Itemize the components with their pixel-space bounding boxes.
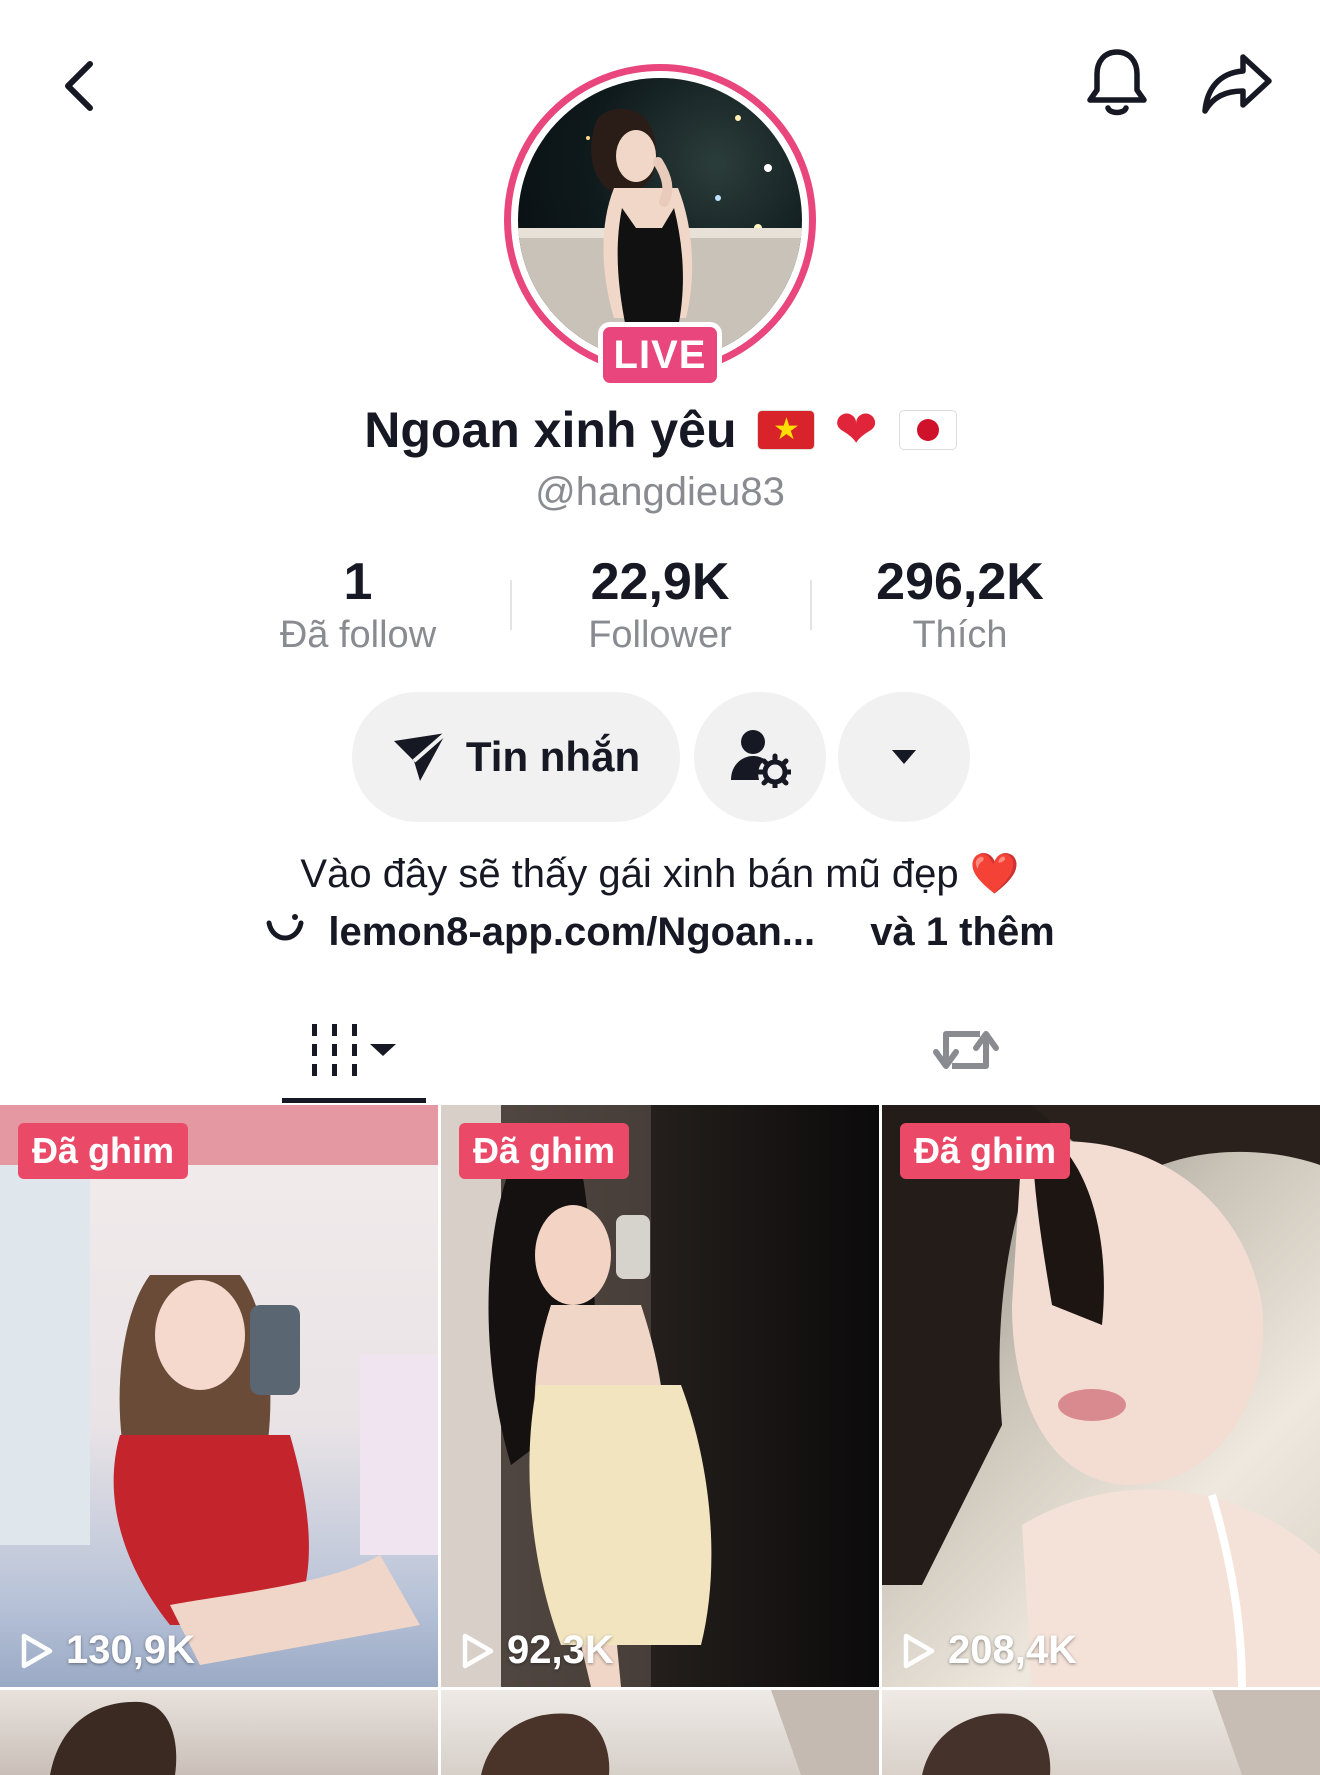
- display-name: Ngoan xinh yêu ❤: [0, 400, 1320, 460]
- caret-down-icon: [892, 750, 916, 764]
- video-tile[interactable]: [441, 1690, 879, 1775]
- heart-icon: ❤: [834, 401, 878, 459]
- video-tile[interactable]: [0, 1690, 438, 1775]
- repost-icon: [933, 1031, 999, 1069]
- play-icon: [462, 1633, 494, 1668]
- avatar-image: [518, 78, 802, 362]
- follower-label: Follower: [588, 614, 732, 656]
- message-label: Tin nhắn: [465, 733, 641, 780]
- video-thumbnail: [0, 1105, 438, 1665]
- lemon8-icon: [266, 914, 304, 941]
- profile-settings-button[interactable]: [694, 692, 826, 822]
- japan-flag-icon: [899, 411, 956, 449]
- grid-videos-icon: [312, 1024, 396, 1076]
- following-label: Đã follow: [279, 614, 437, 656]
- view-count-text: 208,4K: [948, 1628, 1077, 1672]
- user-gear-icon: [731, 730, 791, 788]
- view-count-text: 130,9K: [66, 1628, 195, 1672]
- stat-likes[interactable]: 296,2K Thích: [850, 552, 1070, 657]
- bell-icon: [1087, 49, 1147, 116]
- video-tile[interactable]: Đã ghim 208,4K: [882, 1105, 1320, 1687]
- back-button[interactable]: [36, 44, 120, 128]
- share-button[interactable]: [1192, 42, 1282, 126]
- more-links[interactable]: và 1 thêm: [870, 910, 1055, 954]
- live-badge[interactable]: LIVE: [598, 322, 722, 388]
- bio-link[interactable]: lemon8-app.com/Ngoan...: [328, 910, 815, 954]
- bio-links: lemon8-app.com/Ngoan... và 1 thêm: [0, 910, 1320, 955]
- likes-count: 296,2K: [876, 553, 1044, 611]
- tab-videos[interactable]: [282, 1010, 426, 1090]
- active-tab-indicator: [282, 1098, 426, 1103]
- stat-divider: [810, 580, 812, 630]
- video-tile[interactable]: Đã ghim 92,3K: [441, 1105, 879, 1687]
- play-icon: [21, 1633, 53, 1668]
- pinned-badge: Đã ghim: [900, 1123, 1071, 1179]
- message-button[interactable]: Tin nhắn: [352, 692, 680, 822]
- video-thumbnail: [481, 1690, 879, 1775]
- play-icon: [903, 1633, 935, 1668]
- display-name-text: Ngoan xinh yêu: [364, 402, 737, 458]
- send-icon: [393, 731, 448, 781]
- following-count: 1: [343, 553, 373, 611]
- video-thumbnail: [441, 1105, 712, 1687]
- video-thumbnail: [50, 1701, 177, 1775]
- share-arrow-icon: [1202, 54, 1272, 114]
- video-thumbnail: [922, 1690, 1320, 1775]
- stat-divider: [510, 580, 512, 630]
- pinned-badge: Đã ghim: [18, 1123, 189, 1179]
- video-tile[interactable]: Đã ghim 130,9K: [0, 1105, 438, 1687]
- notification-button[interactable]: [1076, 40, 1158, 124]
- follower-count: 22,9K: [590, 553, 730, 611]
- stat-followers[interactable]: 22,9K Follower: [560, 552, 760, 657]
- view-count: 92,3K: [461, 1628, 614, 1673]
- more-dropdown-button[interactable]: [838, 692, 970, 822]
- tab-reposts[interactable]: [918, 1010, 1014, 1090]
- video-thumbnail: [882, 1105, 1320, 1687]
- username: @hangdieu83: [535, 470, 785, 514]
- likes-label: Thích: [912, 614, 1008, 656]
- bio-text: Vào đây sẽ thấy gái xinh bán mũ đẹp ❤️: [300, 852, 1020, 896]
- chevron-left-icon: [65, 61, 93, 111]
- pinned-badge: Đã ghim: [459, 1123, 630, 1179]
- video-tile[interactable]: [882, 1690, 1320, 1775]
- vietnam-flag-icon: [758, 411, 815, 449]
- view-count-text: 92,3K: [507, 1628, 614, 1672]
- view-count: 208,4K: [902, 1628, 1077, 1673]
- view-count: 130,9K: [20, 1628, 195, 1673]
- stat-following[interactable]: 1 Đã follow: [258, 552, 458, 657]
